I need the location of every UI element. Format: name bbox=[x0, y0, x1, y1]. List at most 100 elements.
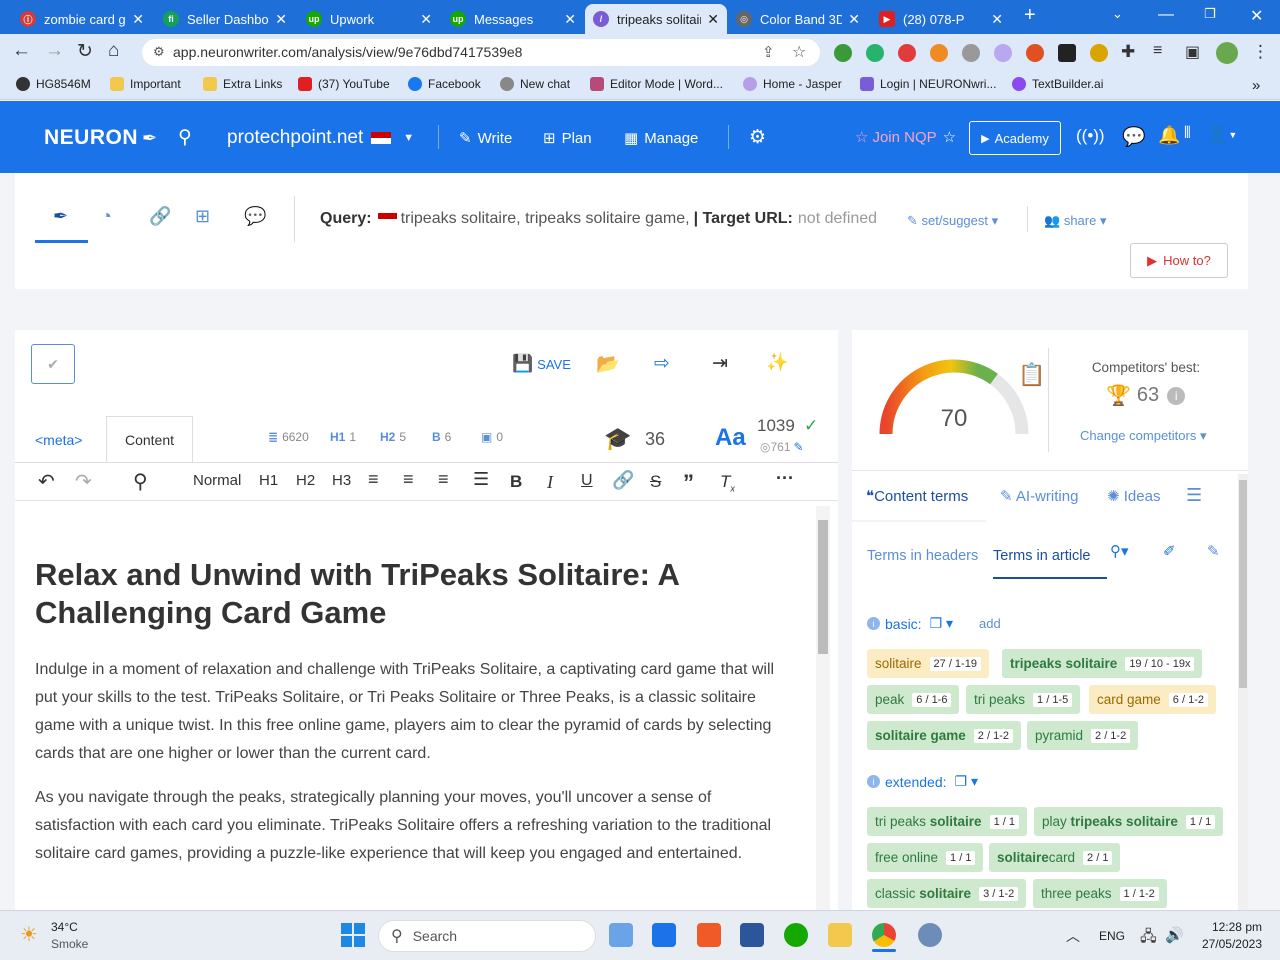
side-panel-icon[interactable]: ▣ bbox=[1185, 42, 1200, 62]
academy-button[interactable]: ▶ Academy bbox=[969, 121, 1061, 155]
reading-list-icon[interactable]: ≡ bbox=[1153, 42, 1162, 60]
search-icon[interactable]: ⚲ bbox=[133, 469, 148, 494]
chevron-down-icon[interactable]: ⌄ bbox=[1112, 6, 1123, 22]
font-size-icon[interactable]: Aa bbox=[715, 424, 746, 452]
scrollbar-thumb[interactable] bbox=[1239, 480, 1247, 688]
close-icon[interactable]: ✕ bbox=[848, 11, 860, 28]
article-paragraph[interactable]: As you navigate through the peaks, strat… bbox=[35, 784, 795, 868]
tab-content-terms[interactable]: ❝Content terms bbox=[866, 487, 968, 505]
word-icon[interactable] bbox=[740, 923, 764, 947]
home-extension-icon[interactable] bbox=[1058, 44, 1076, 62]
reload-icon[interactable]: ↻ bbox=[77, 40, 93, 63]
article-paragraph[interactable]: Indulge in a moment of relaxation and ch… bbox=[35, 656, 795, 768]
minimize-icon[interactable]: — bbox=[1158, 6, 1174, 24]
close-icon[interactable]: ✕ bbox=[991, 11, 1003, 28]
grid-icon[interactable]: ⫴ bbox=[1184, 125, 1191, 143]
browser-tab[interactable]: fiSeller Dashboard✕ bbox=[155, 4, 295, 34]
term-chip[interactable]: free online 1 / 1 bbox=[867, 843, 984, 872]
quote-icon[interactable]: ” bbox=[683, 470, 694, 496]
chat-icon[interactable]: 💬 bbox=[1122, 125, 1146, 149]
bookmark-item[interactable]: HG8546M bbox=[16, 77, 91, 91]
taskbar-search[interactable]: ⚲ Search bbox=[378, 920, 596, 952]
tab-write-icon[interactable]: ✒ bbox=[53, 206, 68, 227]
clipboard-icon[interactable]: 📋 bbox=[1018, 362, 1045, 388]
bookmark-folder[interactable]: Important bbox=[110, 77, 181, 91]
close-icon[interactable]: ✕ bbox=[707, 11, 719, 28]
align-center-icon[interactable]: ≡ bbox=[403, 469, 414, 490]
align-justify-icon[interactable]: ☰ bbox=[473, 469, 489, 490]
align-right-icon[interactable]: ≡ bbox=[438, 469, 449, 490]
taskbar-app-icon[interactable] bbox=[697, 923, 721, 947]
tab-meta[interactable]: <meta> bbox=[35, 432, 82, 448]
close-icon[interactable]: ✕ bbox=[564, 11, 576, 28]
close-icon[interactable]: ✕ bbox=[275, 11, 287, 28]
tab-structure-icon[interactable]: ⊞ bbox=[195, 206, 210, 227]
language-indicator[interactable]: ENG bbox=[1099, 929, 1125, 943]
bookmark-item[interactable]: Editor Mode | Word... bbox=[590, 77, 723, 91]
bookmark-item[interactable]: Facebook bbox=[408, 77, 481, 91]
share-dropdown[interactable]: 👥 share ▾ bbox=[1044, 213, 1106, 229]
subtab-terms-headers[interactable]: Terms in headers bbox=[867, 548, 978, 564]
site-info-icon[interactable]: ⚙ bbox=[153, 44, 165, 60]
bookmark-item[interactable]: New chat bbox=[500, 77, 570, 91]
how-to-button[interactable]: ▶ How to? bbox=[1130, 243, 1228, 278]
term-chip[interactable]: solitaire 27 / 1-19 bbox=[867, 649, 989, 678]
import-icon[interactable]: ⇥ bbox=[712, 352, 728, 375]
article-title[interactable]: Relax and Unwind with TriPeaks Solitaire… bbox=[35, 556, 795, 632]
tab-link-icon[interactable]: 🔗 bbox=[149, 206, 171, 227]
copy-icon[interactable]: ❐ ▾ bbox=[955, 773, 978, 790]
format-normal[interactable]: Normal bbox=[193, 472, 241, 489]
grammarly-icon[interactable] bbox=[866, 44, 884, 62]
redo-icon[interactable]: ↷ bbox=[75, 469, 92, 494]
extensions-puzzle-icon[interactable]: ✚ bbox=[1121, 42, 1135, 62]
highlighter-icon[interactable]: ✐ bbox=[1163, 542, 1176, 560]
more-icon[interactable]: ··· bbox=[776, 468, 794, 489]
mail-icon[interactable] bbox=[652, 923, 676, 947]
broadcast-icon[interactable]: ((•)) bbox=[1076, 126, 1105, 146]
term-chip[interactable]: tripeaks solitaire 19 / 10 - 19x bbox=[1002, 649, 1203, 678]
browser-tab[interactable]: ◎ Color Band 3D ✕ bbox=[728, 4, 868, 34]
search-filter-icon[interactable]: ⚲▾ bbox=[1110, 542, 1129, 560]
clear-format-icon[interactable]: Tx bbox=[720, 472, 735, 493]
term-chip[interactable]: classic solitaire 3 / 1-2 bbox=[867, 879, 1027, 908]
tab-ideas[interactable]: ✺ Ideas bbox=[1107, 487, 1160, 505]
extension-icon[interactable] bbox=[834, 44, 852, 62]
extension-icon[interactable] bbox=[930, 44, 948, 62]
term-chip[interactable]: tri peaks solitaire 1 / 1 bbox=[867, 807, 1027, 836]
profile-avatar[interactable] bbox=[1216, 42, 1238, 64]
join-nqp-link[interactable]: ☆ Join NQP ☆ bbox=[855, 128, 956, 147]
project-selector[interactable]: protechpoint.net ▼ bbox=[227, 127, 414, 149]
network-icon[interactable]: 🖧 bbox=[1140, 926, 1157, 951]
bookmark-item[interactable]: (37) YouTube bbox=[298, 77, 390, 91]
add-term-link[interactable]: add bbox=[979, 616, 1001, 631]
home-icon[interactable]: ⌂ bbox=[108, 40, 119, 62]
set-suggest-dropdown[interactable]: ✎ set/suggest ▾ bbox=[907, 213, 998, 229]
close-icon[interactable]: ✕ bbox=[132, 11, 144, 28]
term-chip[interactable]: peak 6 / 1-6 bbox=[867, 685, 960, 714]
eraser-icon[interactable]: ✎ bbox=[1207, 542, 1220, 560]
nav-write[interactable]: ✎ Write bbox=[459, 129, 512, 148]
upwork-icon[interactable] bbox=[784, 923, 808, 947]
menu-kebab-icon[interactable]: ⋮ bbox=[1252, 42, 1269, 62]
chrome-icon[interactable] bbox=[872, 923, 896, 947]
tab-chart-icon[interactable]: ◔ bbox=[101, 206, 112, 227]
format-h1[interactable]: H1 bbox=[259, 472, 278, 489]
browser-tab[interactable]: ▶ (28) 078-P ✕ bbox=[871, 4, 1011, 34]
sliders-icon[interactable]: ☰ bbox=[1186, 485, 1202, 506]
restore-icon[interactable]: ❐ bbox=[1204, 6, 1216, 22]
extension-icon[interactable] bbox=[1026, 44, 1044, 62]
bookmark-folder[interactable]: Extra Links bbox=[203, 77, 282, 91]
tab-comments-icon[interactable]: 💬 bbox=[244, 206, 266, 227]
taskbar-app-icon[interactable] bbox=[609, 923, 633, 947]
browser-tab[interactable]: up Messages ✕ bbox=[442, 4, 584, 34]
align-left-icon[interactable]: ≡ bbox=[368, 469, 379, 490]
term-chip[interactable]: pyramid 2 / 1-2 bbox=[1027, 721, 1139, 750]
volume-icon[interactable]: 🔊 bbox=[1165, 926, 1184, 944]
underline-icon[interactable]: U bbox=[581, 472, 593, 490]
link-icon[interactable]: 🔗 bbox=[612, 470, 634, 491]
subtab-terms-article[interactable]: Terms in article bbox=[993, 548, 1091, 564]
term-chip[interactable]: solitaire card 2 / 1 bbox=[989, 843, 1121, 872]
nav-plan[interactable]: ⊞ Plan bbox=[543, 129, 592, 148]
user-icon[interactable]: 👤 ▼ bbox=[1206, 124, 1237, 145]
url-text[interactable]: app.neuronwriter.com/analysis/view/9e76d… bbox=[173, 44, 522, 60]
